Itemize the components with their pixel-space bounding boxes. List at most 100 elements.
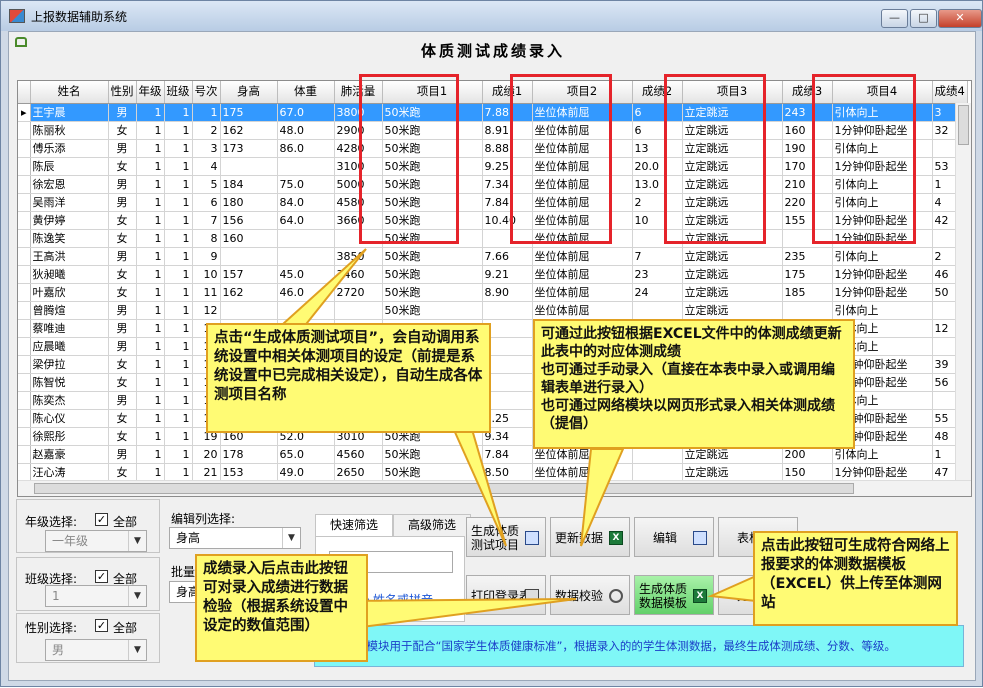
row-selector[interactable] [18,193,31,212]
edit-button[interactable]: 编辑 [634,517,714,557]
table-cell[interactable] [277,157,335,176]
table-cell[interactable]: 1 [164,391,193,410]
table-cell[interactable]: 王宇晨 [30,103,109,122]
table-cell[interactable]: 8.90 [482,283,533,302]
table-cell[interactable]: 6 [192,193,221,212]
table-cell[interactable]: 1 [136,355,165,374]
table-cell[interactable]: 162 [220,121,278,140]
column-header[interactable]: 成绩4 [932,81,968,104]
table-cell[interactable]: 徐宏恩 [30,175,109,194]
table-cell[interactable]: 5 [192,175,221,194]
row-selector[interactable] [18,427,31,446]
table-cell[interactable]: 女 [108,157,137,176]
column-header[interactable]: 年级 [136,81,165,104]
minimize-button[interactable]: — [881,9,908,28]
table-cell[interactable]: 1分钟仰卧起坐 [832,265,933,284]
table-cell[interactable]: 1 [136,139,165,158]
table-cell[interactable]: 女 [108,121,137,140]
table-cell[interactable]: 1 [164,157,193,176]
table-cell[interactable]: 陈丽秋 [30,121,109,140]
table-cell[interactable] [277,229,335,248]
edit-col-select[interactable]: 身高 ▼ [169,527,301,549]
table-cell[interactable]: 狄昶曦 [30,265,109,284]
table-cell[interactable]: 黄伊婷 [30,211,109,230]
tab-quick-filter[interactable]: 快速筛选 [315,514,393,536]
table-cell[interactable]: 1 [164,121,193,140]
table-cell[interactable]: 24 [632,283,683,302]
table-cell[interactable]: 184 [220,175,278,194]
table-cell[interactable]: 9 [192,247,221,266]
table-cell[interactable]: 男 [108,337,137,356]
table-cell[interactable]: 4 [192,157,221,176]
row-selector[interactable] [18,157,31,176]
generate-data-template-button[interactable]: 生成体质 数据模板 X [634,575,714,615]
table-cell[interactable]: 50米跑 [382,265,483,284]
table-cell[interactable]: 女 [108,409,137,428]
table-cell[interactable]: 1 [164,175,193,194]
table-cell[interactable]: 2 [192,121,221,140]
table-cell[interactable]: 坐位体前屈 [532,283,633,302]
table-cell[interactable]: 陈奕杰 [30,391,109,410]
table-cell[interactable]: 男 [108,301,137,320]
table-cell[interactable]: 1 [136,409,165,428]
table-cell[interactable]: 12 [192,301,221,320]
table-cell[interactable]: 1 [136,121,165,140]
table-cell[interactable]: 3850 [334,247,383,266]
table-cell[interactable]: 陈辰 [30,157,109,176]
table-cell[interactable]: 男 [108,193,137,212]
table-cell[interactable]: 2720 [334,283,383,302]
table-cell[interactable]: 女 [108,211,137,230]
table-cell[interactable]: 173 [220,139,278,158]
table-cell[interactable]: 赵嘉豪 [30,445,109,464]
table-cell[interactable]: 1 [136,445,165,464]
row-selector[interactable] [18,247,31,266]
update-data-button[interactable]: 更新数据 X [550,517,630,557]
table-cell[interactable]: 引体向上 [832,247,933,266]
table-cell[interactable]: 男 [108,247,137,266]
data-check-button[interactable]: 数据校验 [550,575,630,615]
table-cell[interactable]: 1 [164,103,193,122]
column-header[interactable]: 身高 [220,81,278,104]
table-cell[interactable]: 1 [164,427,193,446]
row-selector[interactable] [18,409,31,428]
table-cell[interactable]: 1 [136,229,165,248]
table-cell[interactable] [632,301,683,320]
row-selector[interactable] [18,319,31,338]
row-selector[interactable] [18,373,31,392]
table-cell[interactable]: 立定跳远 [682,265,783,284]
table-cell[interactable]: 男 [108,175,137,194]
table-cell[interactable]: 女 [108,265,137,284]
table-cell[interactable]: 50米跑 [382,301,483,320]
table-cell[interactable]: 75.0 [277,175,335,194]
table-cell[interactable]: 7.84 [482,445,533,464]
table-cell[interactable] [334,301,383,320]
table-cell[interactable]: 1 [136,175,165,194]
row-selector[interactable] [18,211,31,230]
table-cell[interactable]: 3460 [334,265,383,284]
table-cell[interactable]: 男 [108,103,137,122]
table-cell[interactable]: 7.66 [482,247,533,266]
row-selector[interactable]: ▸ [18,103,31,122]
table-cell[interactable]: 1 [136,283,165,302]
table-cell[interactable]: 陈心仪 [30,409,109,428]
table-cell[interactable]: 1 [136,373,165,392]
tab-advanced-filter[interactable]: 高级筛选 [393,514,471,536]
table-cell[interactable]: 男 [108,391,137,410]
table-cell[interactable]: 1 [164,373,193,392]
table-cell[interactable]: 9.21 [482,265,533,284]
table-cell[interactable]: 男 [108,319,137,338]
table-cell[interactable] [277,301,335,320]
table-cell[interactable]: 1 [136,301,165,320]
table-cell[interactable]: 1 [164,283,193,302]
table-cell[interactable]: 175 [782,265,833,284]
table-cell[interactable]: 185 [782,283,833,302]
print-log-button[interactable]: 打印登录表 [466,575,546,615]
table-cell[interactable]: 王高洪 [30,247,109,266]
maximize-button[interactable]: □ [910,9,937,28]
table-cell[interactable]: 1 [164,301,193,320]
row-selector[interactable] [18,283,31,302]
table-cell[interactable]: 1 [164,193,193,212]
gender-all-checkbox[interactable]: ✓ [95,619,108,632]
table-cell[interactable]: 傅乐添 [30,139,109,158]
table-cell[interactable]: 64.0 [277,211,335,230]
